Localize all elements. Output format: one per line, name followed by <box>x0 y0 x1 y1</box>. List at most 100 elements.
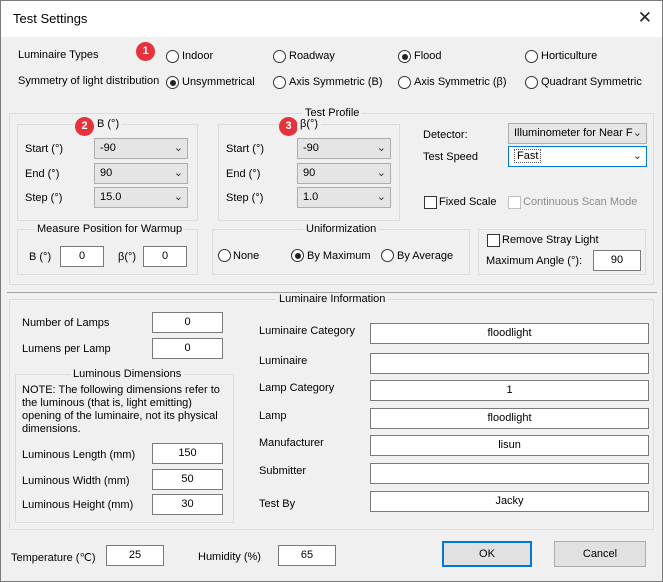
radio-axis-symmetric-b-label: Axis Symmetric (B) <box>289 76 383 88</box>
annotation-badge-2: 2 <box>75 117 94 136</box>
beta-profile-header: β(°) <box>297 118 322 130</box>
temperature-input[interactable]: 25 <box>106 545 164 566</box>
radio-flood-label: Flood <box>414 50 442 62</box>
radio-uniform-by-maximum[interactable] <box>291 249 304 262</box>
window-title: Test Settings <box>13 11 88 26</box>
number-of-lamps-input[interactable]: 0 <box>152 312 223 333</box>
warmup-b-label: B (°) <box>29 251 52 263</box>
detector-select[interactable]: Illuminometer for Near F ⌄ <box>508 123 647 144</box>
uniformization-title: Uniformization <box>303 223 380 235</box>
beta-step-value: 1.0 <box>303 191 319 203</box>
beta-start-select[interactable]: -90 ⌄ <box>297 138 391 159</box>
b-start-select[interactable]: -90 ⌄ <box>94 138 188 159</box>
chevron-down-icon: ⌄ <box>173 142 183 154</box>
radio-uniform-by-average-label: By Average <box>397 250 454 262</box>
b-end-label: End (°) <box>25 168 60 180</box>
annotation-badge-1: 1 <box>136 42 155 61</box>
radio-unsymmetrical-label: Unsymmetrical <box>182 76 255 88</box>
title-bar: Test Settings ✕ <box>1 1 662 37</box>
submitter-input[interactable] <box>370 463 649 484</box>
b-end-select[interactable]: 90 ⌄ <box>94 163 188 184</box>
humidity-input[interactable]: 65 <box>278 545 336 566</box>
radio-unsymmetrical[interactable] <box>166 76 179 89</box>
lamp-category-label: Lamp Category <box>259 382 335 394</box>
beta-start-label: Start (°) <box>226 143 265 155</box>
test-by-input[interactable]: Jacky <box>370 491 649 512</box>
lamp-input[interactable]: floodlight <box>370 408 649 429</box>
radio-uniform-by-maximum-label: By Maximum <box>307 250 371 262</box>
radio-roadway[interactable] <box>273 50 286 63</box>
remove-stray-light-checkbox[interactable] <box>487 234 500 247</box>
luminaire-label: Luminaire <box>259 355 308 367</box>
manufacturer-input[interactable]: lisun <box>370 435 649 456</box>
warmup-beta-input[interactable]: 0 <box>143 246 187 267</box>
radio-axis-symmetric-beta-label: Axis Symmetric (β) <box>414 76 507 88</box>
detector-value: Illuminometer for Near F <box>514 127 633 139</box>
radio-horticulture-label: Horticulture <box>541 50 598 62</box>
luminaire-info-title: Luminaire Information <box>276 293 389 305</box>
chevron-down-icon: ⌄ <box>173 167 183 179</box>
b-step-select[interactable]: 15.0 ⌄ <box>94 187 188 208</box>
b-start-value: -90 <box>100 142 116 154</box>
max-angle-label: Maximum Angle (°): <box>486 255 583 267</box>
lumens-per-lamp-input[interactable]: 0 <box>152 338 223 359</box>
lamp-category-input[interactable]: 1 <box>370 380 649 401</box>
chevron-down-icon: ⌄ <box>376 191 386 203</box>
luminous-dimensions-note: NOTE: The following dimensions refer to … <box>22 384 220 435</box>
beta-end-label: End (°) <box>226 168 261 180</box>
test-speed-select[interactable]: Fast ⌄ <box>508 146 647 167</box>
radio-uniform-by-average[interactable] <box>381 249 394 262</box>
lamp-label: Lamp <box>259 410 287 422</box>
warmup-b-input[interactable]: 0 <box>60 246 104 267</box>
test-by-label: Test By <box>259 498 296 510</box>
luminous-width-input[interactable]: 50 <box>152 469 223 490</box>
continuous-scan-checkbox[interactable] <box>508 196 521 209</box>
beta-step-label: Step (°) <box>226 192 264 204</box>
warmup-title: Measure Position for Warmup <box>34 223 186 235</box>
luminous-length-input[interactable]: 150 <box>152 443 223 464</box>
humidity-label: Humidity (%) <box>198 551 261 563</box>
fixed-scale-checkbox[interactable] <box>424 196 437 209</box>
cancel-button[interactable]: Cancel <box>554 541 646 567</box>
radio-indoor[interactable] <box>166 50 179 63</box>
radio-quadrant-symmetric[interactable] <box>525 76 538 89</box>
fixed-scale-label: Fixed Scale <box>439 196 497 208</box>
test-speed-value: Fast <box>514 149 542 163</box>
luminaire-category-label: Luminaire Category <box>259 325 355 337</box>
luminous-height-label: Luminous Height (mm) <box>22 499 134 511</box>
ok-button[interactable]: OK <box>442 541 532 567</box>
luminous-width-label: Luminous Width (mm) <box>22 475 130 487</box>
b-step-label: Step (°) <box>25 192 63 204</box>
luminous-height-input[interactable]: 30 <box>152 494 223 515</box>
beta-step-select[interactable]: 1.0 ⌄ <box>297 187 391 208</box>
b-profile-header: B (°) <box>94 118 123 130</box>
beta-end-value: 90 <box>303 167 316 179</box>
manufacturer-label: Manufacturer <box>259 437 324 449</box>
annotation-badge-3: 3 <box>279 117 298 136</box>
beta-start-value: -90 <box>303 142 319 154</box>
chevron-down-icon: ⌄ <box>632 150 642 162</box>
warmup-beta-label: β(°) <box>118 251 137 263</box>
radio-horticulture[interactable] <box>525 50 538 63</box>
luminaire-types-label: Luminaire Types <box>18 49 99 61</box>
radio-axis-symmetric-beta[interactable] <box>398 76 411 89</box>
luminous-dimensions-title: Luminous Dimensions <box>70 368 185 380</box>
number-of-lamps-label: Number of Lamps <box>22 317 110 329</box>
close-icon[interactable]: ✕ <box>638 9 652 26</box>
radio-axis-symmetric-b[interactable] <box>273 76 286 89</box>
radio-roadway-label: Roadway <box>289 50 335 62</box>
radio-uniform-none-label: None <box>233 250 260 262</box>
radio-flood[interactable] <box>398 50 411 63</box>
luminaire-category-input[interactable]: floodlight <box>370 323 649 344</box>
temperature-label: Temperature (℃) <box>11 552 96 564</box>
luminaire-input[interactable] <box>370 353 649 374</box>
chevron-down-icon: ⌄ <box>173 191 183 203</box>
b-step-value: 15.0 <box>100 191 122 203</box>
chevron-down-icon: ⌄ <box>376 167 386 179</box>
radio-quadrant-symmetric-label: Quadrant Symmetric <box>541 76 642 88</box>
radio-uniform-none[interactable] <box>218 249 231 262</box>
test-settings-dialog: Test Settings ✕ 1 Luminaire Types Indoor… <box>0 0 663 582</box>
beta-end-select[interactable]: 90 ⌄ <box>297 163 391 184</box>
radio-indoor-label: Indoor <box>182 50 214 62</box>
max-angle-input[interactable]: 90 <box>593 250 641 271</box>
